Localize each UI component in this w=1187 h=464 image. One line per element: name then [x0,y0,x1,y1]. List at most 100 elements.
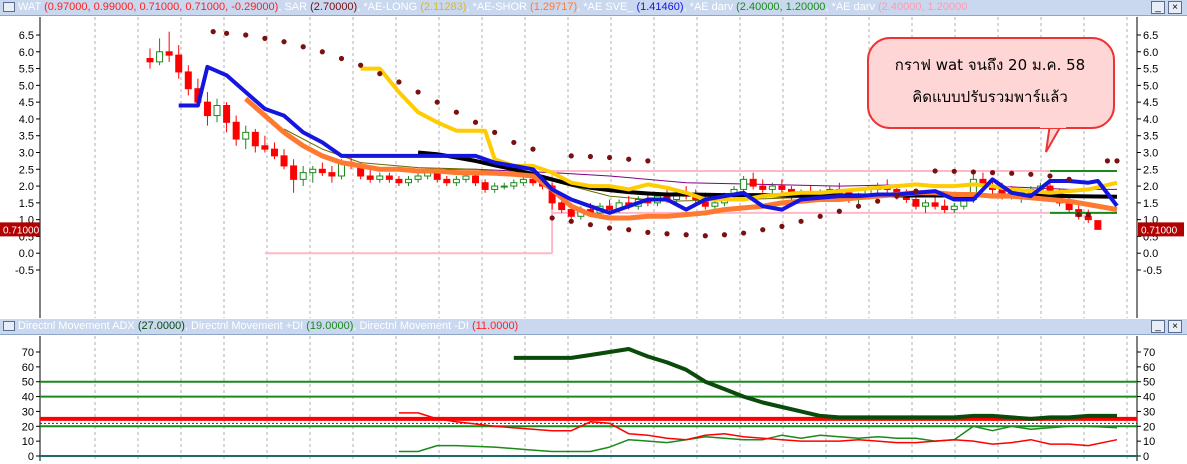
sar-dot [472,119,479,125]
legend-name: , Directnl Movement +DI [184,320,307,332]
sar-dot [606,225,613,231]
sar-dot [702,233,708,239]
y-tick-label: 2.0 [1143,181,1158,193]
y-tick-label: 60 [22,362,34,374]
candle-body [1084,215,1092,221]
candle-body [596,205,604,214]
candle-body [720,195,728,204]
candle-body [414,175,422,180]
last-price-label: 0.71000 [1141,225,1178,236]
candle-body [175,54,183,73]
y-tick-label: 30 [22,406,34,418]
callout-join [1040,118,1066,128]
y-tick-label: 5.0 [19,80,34,92]
candle-body [692,195,700,200]
sar-dot [1009,170,1015,176]
candle-body [797,192,805,197]
legend-name: , Directnl Movement -DI [353,320,472,332]
y-tick-label: 70 [22,347,34,359]
close-button[interactable]: × [1168,1,1182,14]
y-tick-label: 3.5 [1143,131,1158,143]
candle-body [787,188,795,197]
y-tick-label: 5.5 [19,64,34,76]
ae-long-line [360,66,1118,202]
y-tick-label: 0.0 [19,248,34,260]
candle-body [1036,185,1044,190]
stock-chart: 6.5 6.5 6.0 6.0 5.5 5.5 5.0 5.0 4.5 4.5 4.0 4.0 3.5 3… [0,17,1187,463]
sar-dot [1104,158,1111,164]
candle-body [902,195,910,200]
candle-body [663,195,671,200]
candle-body [931,202,939,207]
y-tick-label: 10 [1143,436,1155,448]
legend-name: , *AE-LONG [357,1,421,13]
sar-dot [626,227,632,233]
sar-dot [970,169,976,175]
candle-body [510,182,518,187]
y-tick-label: 5.0 [1143,80,1158,92]
y-tick-label: 0.5 [1143,231,1158,243]
y-tick-label: 4.0 [1143,114,1158,126]
last-price-label: 0.71000 [3,225,40,236]
sar-dot [223,30,230,36]
y-tick-label: 1.0 [19,215,34,227]
minimize-button[interactable]: _ [1151,320,1165,333]
candle-body [912,199,920,207]
sar-dot [549,215,555,221]
candle-body [146,58,154,63]
ae-short-line [244,96,1118,221]
candle-body [768,185,776,190]
legend-value: (19.0000) [306,320,354,332]
minimize-button[interactable]: _ [1151,1,1165,14]
candle-body [309,168,317,174]
close-button[interactable]: × [1168,320,1182,333]
candle-body [1027,188,1035,194]
candle-body [232,121,240,140]
y-tick-label: 4.5 [19,97,34,109]
sar-dot [453,109,459,115]
sar-dot [300,44,306,50]
legend-value: (0.97000, 0.99000, 0.71000, 0.71000, -0.… [44,1,279,13]
candle-body [203,101,211,117]
minus-di-line [398,412,1118,447]
sar-dot [568,153,574,159]
candle-body [491,185,499,190]
y-tick-label: 10 [22,436,34,448]
last-price-marker [0,222,40,237]
y-tick-label: 3.5 [19,131,34,143]
sar-dot [721,232,728,238]
y-tick-label: 5.5 [1143,64,1158,76]
legend-value: (2.40000, 1.20000 [736,1,826,13]
y-tick-label: 50 [22,377,34,389]
sar-dot [817,213,823,219]
price-plot-area [0,17,1187,318]
plus-di-line [398,425,1118,453]
y-tick-label: 50 [1143,377,1155,389]
sar-dot [1047,173,1053,179]
callout-box [867,37,1115,129]
candle-body [1017,192,1025,197]
sar-dot [741,230,747,236]
candle-body [989,185,997,190]
candle-body [376,175,384,180]
y-tick-label: 3.0 [19,148,34,160]
candle-body [1094,220,1102,230]
annotation-callout: กราฟ wat จนถึง 20 ม.ค. 58 คิดแบบปรับรวมพา… [867,37,1115,153]
legend-name: , *AE darv [825,1,879,13]
candle-body [242,131,250,140]
candle-body [625,202,633,207]
annotation-line2: คิดแบบปรับรวมพาร์แล้ว [912,88,1068,106]
y-tick-label: 20 [22,421,34,433]
y-tick-label: 60 [1143,362,1155,374]
y-tick-label: 0.5 [19,231,34,243]
candle-body [874,185,882,190]
y-tick-label: 1.5 [19,198,34,210]
candle-body [184,71,192,90]
candle-body [443,178,451,184]
panel-icon [3,2,15,12]
candle-body [558,202,566,211]
sar-dot [377,71,383,77]
sar-dot [1028,171,1034,177]
ae-sve-line [178,64,1119,215]
candle-body [826,188,834,194]
